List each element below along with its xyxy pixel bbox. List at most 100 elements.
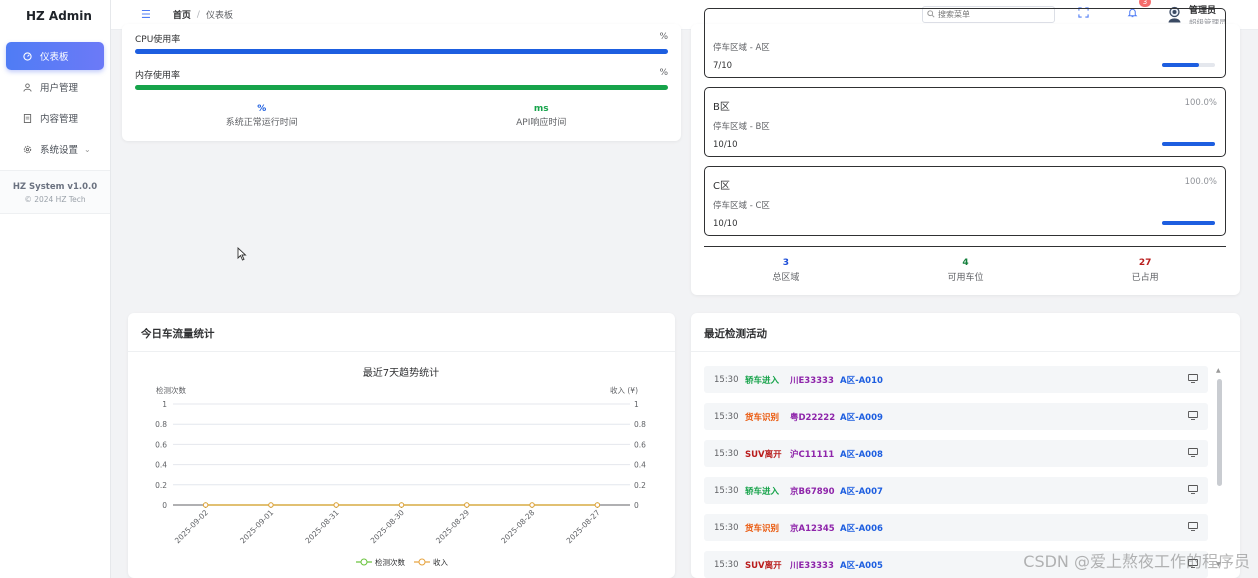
recent-activity-card: 最近检测活动 15:30 轿车进入 川E33333 A区-A010 15:30 货车识别粤… bbox=[691, 313, 1240, 578]
occupied-value: 27 bbox=[1138, 258, 1152, 268]
zone-progress-fill bbox=[1162, 221, 1215, 225]
x-tick-label: 2025-08-28 bbox=[499, 508, 536, 545]
api-label: API响应时间 bbox=[516, 118, 567, 128]
sidebar-item-label: 用户管理 bbox=[40, 83, 79, 94]
activity-plate: 京A12345 bbox=[790, 523, 835, 534]
activity-type: 轿车进入 bbox=[745, 375, 780, 386]
y-tick-label: 0.2 bbox=[155, 481, 167, 490]
breadcrumb-home[interactable]: 首页 bbox=[173, 8, 191, 21]
scrollbar-thumb[interactable] bbox=[1217, 379, 1222, 486]
total-zones-label: 总区域 bbox=[772, 273, 800, 283]
sidebar-footer: HZ System v1.0.0 © 2024 HZ Tech bbox=[0, 170, 110, 214]
y-tick-label-right: 1 bbox=[634, 400, 639, 409]
activity-item[interactable]: 15:30 货车识别 京A12345 A区-A006 bbox=[704, 514, 1208, 541]
zone-name: C区 bbox=[713, 181, 730, 192]
activity-item[interactable]: 15:30 货车识别 粤D22222 A区-A009 bbox=[704, 403, 1208, 430]
zone-card-b[interactable]: B区 100.0% 停车区域 - B区 10/10 bbox=[704, 87, 1226, 157]
activity-spot: A区-A010 bbox=[840, 375, 883, 386]
data-point bbox=[268, 502, 274, 508]
memory-label: 内存使用率 bbox=[135, 71, 181, 81]
activity-type: 轿车进入 bbox=[745, 486, 780, 497]
api-value: ms bbox=[533, 104, 549, 114]
traffic-flow-card: 今日车流量统计 最近7天趋势统计 检测次数 收入 (¥) 0 0 0.2 0.2 0.4 0.4… bbox=[128, 313, 675, 578]
activity-spot: A区-A006 bbox=[840, 523, 883, 534]
zone-progress-track bbox=[1162, 142, 1215, 146]
activity-type: SUV离开 bbox=[745, 449, 782, 460]
menu-toggle-icon[interactable]: ☰ bbox=[141, 8, 151, 21]
activity-item[interactable]: 15:30 轿车进入 川E33333 A区-A010 bbox=[704, 366, 1208, 393]
cpu-value: % bbox=[659, 32, 668, 42]
breadcrumb: 首页 / 仪表板 bbox=[173, 8, 233, 22]
x-tick-label: 2025-08-30 bbox=[369, 508, 406, 545]
memory-metric: 内存使用率 % bbox=[135, 68, 668, 90]
y-tick-label: 0 bbox=[162, 501, 167, 510]
activity-spot: A区-A008 bbox=[840, 449, 883, 460]
watermark: CSDN @爱上熬夜工作的程序员 bbox=[1023, 552, 1250, 571]
zone-desc: 停车区域 - C区 bbox=[713, 201, 770, 211]
chart-title: 最近7天趋势统计 bbox=[363, 366, 439, 379]
data-point bbox=[333, 502, 339, 508]
divider bbox=[691, 351, 1240, 352]
sidebar-item-settings[interactable]: 系统设置 ⌄ bbox=[6, 135, 104, 163]
activity-time: 15:30 bbox=[714, 485, 739, 496]
total-zones-stat: 3 总区域 bbox=[696, 258, 876, 283]
card-title: 最近检测活动 bbox=[704, 328, 767, 340]
user-icon bbox=[22, 82, 32, 92]
sidebar-item-dashboard[interactable]: 仪表板 bbox=[6, 42, 104, 70]
x-tick-label: 2025-09-01 bbox=[238, 508, 275, 545]
occupied-stat: 27 已占用 bbox=[1055, 258, 1235, 283]
uptime-stat: % 系统正常运行时间 bbox=[122, 104, 402, 128]
activity-spot: A区-A007 bbox=[840, 486, 883, 497]
available-spots-value: 4 bbox=[962, 258, 969, 268]
breadcrumb-separator: / bbox=[196, 9, 200, 20]
zone-card-a[interactable]: 停车区域 - A区 7/10 bbox=[704, 8, 1226, 78]
legend-label: 收入 bbox=[433, 557, 448, 567]
monitor-icon[interactable] bbox=[1188, 374, 1198, 386]
sidebar: HZ Admin 仪表板 用户管理 内容管理 系统设置 ⌄ HZ System … bbox=[0, 0, 111, 578]
zone-progress-fill bbox=[1162, 63, 1200, 67]
x-tick-label: 2025-08-29 bbox=[434, 508, 471, 545]
data-point bbox=[202, 502, 209, 508]
divider bbox=[704, 246, 1226, 247]
available-spots-label: 可用车位 bbox=[947, 273, 984, 283]
occupied-label: 已占用 bbox=[1131, 273, 1159, 283]
activity-time: 15:30 bbox=[714, 411, 739, 422]
activity-type: 货车识别 bbox=[745, 412, 780, 423]
monitor-icon[interactable] bbox=[1188, 485, 1198, 497]
y-tick-label-right: 0.8 bbox=[634, 420, 646, 429]
activity-plate: 京B67890 bbox=[790, 486, 835, 497]
activity-time: 15:30 bbox=[714, 522, 739, 533]
zone-name: B区 bbox=[713, 102, 730, 113]
sidebar-nav: 仪表板 用户管理 内容管理 系统设置 ⌄ bbox=[0, 32, 110, 163]
system-stats: % 系统正常运行时间 ms API响应时间 bbox=[122, 104, 681, 128]
zone-desc: 停车区域 - A区 bbox=[713, 43, 770, 53]
y-axis-label: 检测次数 bbox=[156, 385, 186, 395]
available-spots-stat: 4 可用车位 bbox=[876, 258, 1056, 283]
y-tick-label-right: 0.2 bbox=[634, 481, 646, 490]
document-icon bbox=[22, 113, 32, 123]
activity-item[interactable]: 15:30 SUV离开 沪C11111 A区-A008 bbox=[704, 440, 1208, 467]
uptime-label: 系统正常运行时间 bbox=[225, 118, 298, 128]
monitor-icon[interactable] bbox=[1188, 522, 1198, 534]
activity-list[interactable]: 15:30 轿车进入 川E33333 A区-A010 15:30 货车识别 粤D22222 A… bbox=[704, 366, 1208, 578]
activity-time: 15:30 bbox=[714, 374, 739, 385]
y-tick-label: 1 bbox=[162, 400, 167, 409]
zone-card-c[interactable]: C区 100.0% 停车区域 - C区 10/10 bbox=[704, 166, 1226, 236]
y-tick-label: 0.6 bbox=[155, 440, 167, 449]
activity-item[interactable]: 15:30 轿车进入 京B67890 A区-A007 bbox=[704, 477, 1208, 504]
scroll-up-arrow[interactable]: ▲ bbox=[1216, 367, 1221, 374]
y-tick-label: 0.4 bbox=[155, 461, 167, 470]
monitor-icon[interactable] bbox=[1188, 411, 1198, 423]
parking-stats: 3 总区域 4 可用车位 27 已占用 bbox=[691, 258, 1240, 283]
activity-plate: 沪C11111 bbox=[790, 449, 835, 460]
sidebar-item-users[interactable]: 用户管理 bbox=[6, 73, 104, 101]
sidebar-item-label: 内容管理 bbox=[40, 114, 79, 125]
api-stat: ms API响应时间 bbox=[402, 104, 682, 128]
monitor-icon[interactable] bbox=[1188, 448, 1198, 460]
cpu-metric: CPU使用率 % bbox=[135, 32, 668, 54]
activity-plate: 粤D22222 bbox=[790, 412, 836, 423]
trend-line-chart: 最近7天趋势统计检测次数 收入 (¥) 0 0 0.2 0.2 0.4 0.4 0.6 0.6 0.… bbox=[155, 366, 646, 567]
y-tick-label-right: 0.6 bbox=[634, 440, 646, 449]
sidebar-item-content[interactable]: 内容管理 bbox=[6, 104, 104, 132]
cpu-progress-bar bbox=[135, 49, 668, 54]
